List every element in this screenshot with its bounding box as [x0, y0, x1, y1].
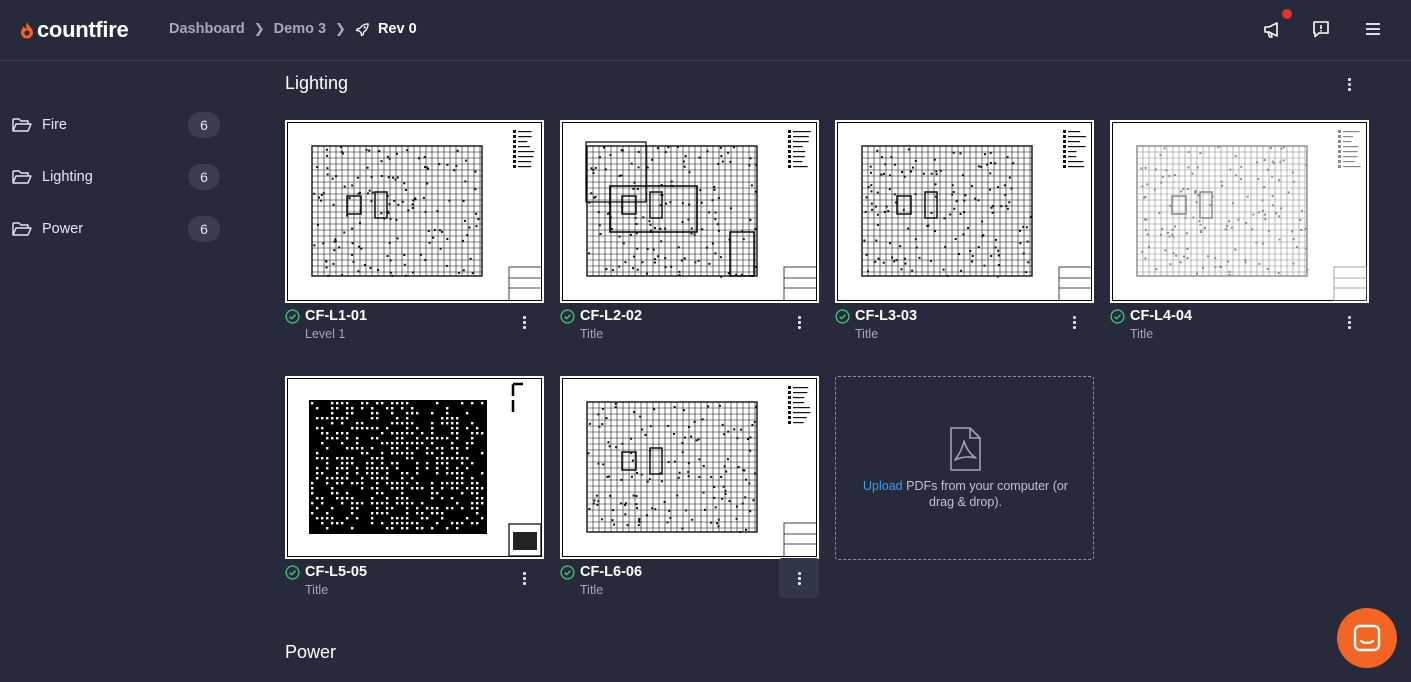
drawing-thumbnail[interactable]: [285, 120, 544, 303]
drawing-name: CF-L6-06: [580, 564, 643, 580]
drawing-subtitle: Title: [305, 583, 329, 597]
check-circle-icon: [1110, 309, 1125, 324]
drawing-name: CF-L1-01: [305, 308, 368, 324]
drawing-thumbnail[interactable]: [1110, 120, 1369, 303]
breadcrumb-project[interactable]: Demo 3: [274, 21, 326, 37]
breadcrumb: Dashboard ❯ Demo 3 ❯ Rev 0: [169, 21, 417, 37]
drawing-subtitle: Title: [580, 327, 604, 341]
breadcrumb-current: Rev 0: [355, 21, 417, 37]
count-badge: 6: [188, 164, 220, 190]
drawing-options-icon[interactable]: [1062, 310, 1086, 334]
drawing-name: CF-L3-03: [855, 308, 918, 324]
drawing-name: CF-L5-05: [305, 564, 368, 580]
sidebar-item-lighting[interactable]: Lighting 6: [0, 157, 240, 197]
drawing-options-icon[interactable]: [787, 310, 811, 334]
drawing-subtitle: Title: [580, 583, 604, 597]
upload-link[interactable]: Upload: [863, 479, 903, 493]
chevron-right-icon: ❯: [335, 21, 346, 36]
chevron-right-icon: ❯: [253, 21, 265, 36]
megaphone-icon[interactable]: [1262, 18, 1284, 40]
pdf-file-icon: [950, 427, 981, 471]
drawing-subtitle: Level 1: [305, 327, 346, 341]
drawing-thumbnail[interactable]: [835, 120, 1094, 303]
section-title-power: Power: [285, 642, 337, 662]
drawing-subtitle: Title: [1130, 327, 1154, 341]
check-circle-icon: [560, 565, 575, 580]
flame-icon: [21, 22, 33, 39]
upload-dropzone[interactable]: Upload PDFs from your computer (or drag …: [835, 376, 1094, 560]
check-circle-icon: [560, 309, 575, 324]
drawing-options-icon[interactable]: [779, 558, 819, 598]
drawing-options-icon[interactable]: [512, 310, 536, 334]
upload-instructions: Upload PDFs from your computer (or drag …: [852, 478, 1079, 510]
brand-wordmark: countfire: [37, 17, 129, 42]
countfire-logo[interactable]: countfire: [20, 17, 129, 43]
hamburger-menu-icon[interactable]: [1362, 18, 1384, 40]
section-options-icon[interactable]: [1337, 72, 1361, 96]
drawing-thumbnail[interactable]: [285, 376, 544, 559]
sidebar-item-label: Lighting: [42, 169, 93, 185]
drawing-options-icon[interactable]: [512, 566, 536, 590]
drawing-subtitle: Title: [855, 327, 879, 341]
count-badge: 6: [188, 216, 220, 242]
top-bar: countfire Dashboard ❯ Demo 3 ❯ Rev 0: [0, 0, 1411, 61]
sidebar-item-fire[interactable]: Fire 6: [0, 105, 240, 145]
sidebar-item-label: Fire: [42, 117, 67, 133]
drawing-thumbnail[interactable]: [560, 376, 819, 559]
rocket-icon: [355, 22, 369, 36]
folder-open-icon: [12, 118, 32, 132]
folder-open-icon: [12, 170, 32, 184]
drawing-options-icon[interactable]: [1337, 310, 1361, 334]
feedback-icon[interactable]: [1310, 18, 1332, 40]
count-badge: 6: [188, 112, 220, 138]
section-title-lighting: Lighting: [285, 73, 349, 93]
breadcrumb-dashboard[interactable]: Dashboard: [169, 21, 245, 37]
folder-open-icon: [12, 222, 32, 236]
check-circle-icon: [285, 309, 300, 324]
chat-launcher-button[interactable]: [1337, 608, 1397, 668]
current-revision: Rev 0: [377, 21, 417, 37]
sidebar-item-label: Power: [42, 221, 84, 237]
chat-icon: [1353, 624, 1381, 652]
drawing-name: CF-L4-04: [1130, 308, 1193, 324]
drawing-thumbnail[interactable]: [560, 120, 819, 303]
check-circle-icon: [285, 565, 300, 580]
drawing-name: CF-L2-02: [580, 308, 643, 324]
check-circle-icon: [835, 309, 850, 324]
sidebar-item-power[interactable]: Power 6: [0, 209, 240, 249]
upload-text: PDFs from your computer (or drag & drop)…: [906, 479, 1068, 509]
notification-badge: [1281, 8, 1293, 20]
